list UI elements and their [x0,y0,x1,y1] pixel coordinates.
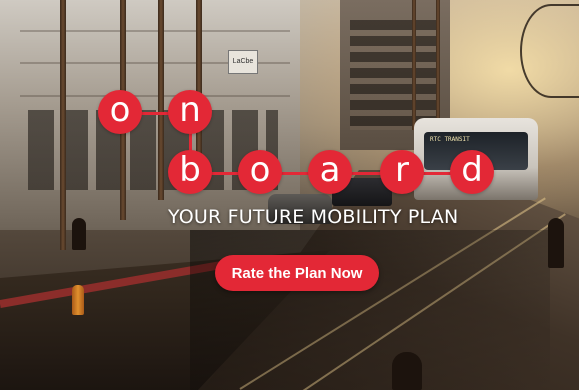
logo-letter-o: o [98,90,142,134]
palm-tree [412,0,416,130]
store-sign: LaCbe [228,50,258,74]
logo-letter-o: o [238,150,282,194]
tagline: YOUR FUTURE MOBILITY PLAN [168,206,459,228]
logo-letter-r: r [380,150,424,194]
hero-background: LaCbe RTC TRANSIT o n b o a r d YOUR FUT… [0,0,579,390]
person-silhouette [72,218,86,250]
fire-hydrant [72,285,84,315]
logo-letter-b: b [168,150,212,194]
palm-tree [158,0,164,200]
rate-the-plan-button[interactable]: Rate the Plan Now [215,255,379,291]
decorative-ironwork [520,4,579,98]
bus-destination-sign: RTC TRANSIT [430,136,470,143]
logo-letter-a: a [308,150,352,194]
cyclist-silhouette [548,218,564,268]
logo-letter-d: d [450,150,494,194]
store-sign-text: LaCbe [232,58,254,65]
person-silhouette [392,352,422,390]
palm-tree [436,0,440,125]
palm-tree [60,0,66,250]
building-left [0,0,300,230]
logo-letter-n: n [168,90,212,134]
